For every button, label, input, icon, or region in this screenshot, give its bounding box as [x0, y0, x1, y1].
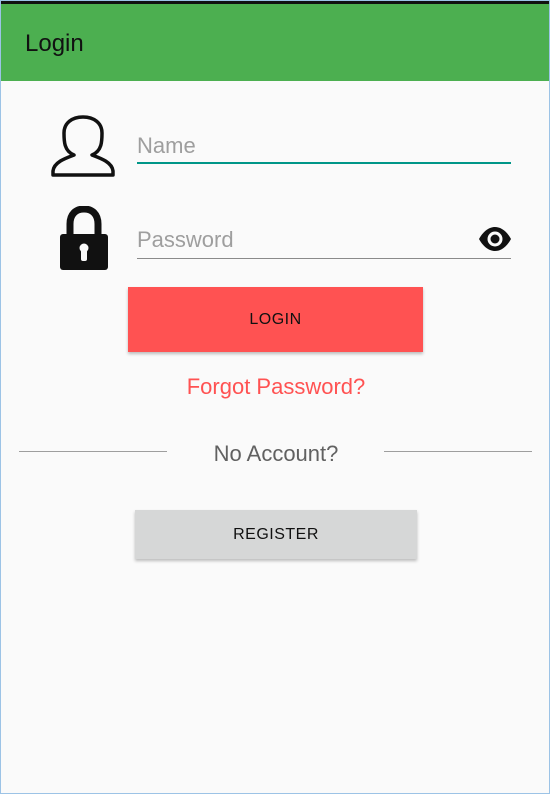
user-icon — [51, 115, 115, 177]
eye-icon[interactable] — [478, 227, 512, 251]
no-account-label: No Account? — [213, 441, 339, 466]
password-input[interactable] — [137, 219, 467, 261]
divider-right — [384, 451, 532, 452]
password-underline — [137, 258, 511, 259]
app-bar: Login — [1, 4, 549, 81]
password-field-container — [137, 219, 467, 261]
app-window: Login LOGIN Forgot Password? No Account?… — [0, 0, 550, 794]
register-button[interactable]: REGISTER — [135, 510, 417, 559]
name-input[interactable] — [137, 125, 511, 167]
forgot-password-link[interactable]: Forgot Password? — [1, 374, 549, 400]
app-bar-title: Login — [25, 30, 84, 57]
login-button[interactable]: LOGIN — [128, 287, 423, 352]
lock-icon — [60, 206, 108, 270]
name-field-container — [137, 125, 511, 167]
name-underline — [137, 162, 511, 164]
